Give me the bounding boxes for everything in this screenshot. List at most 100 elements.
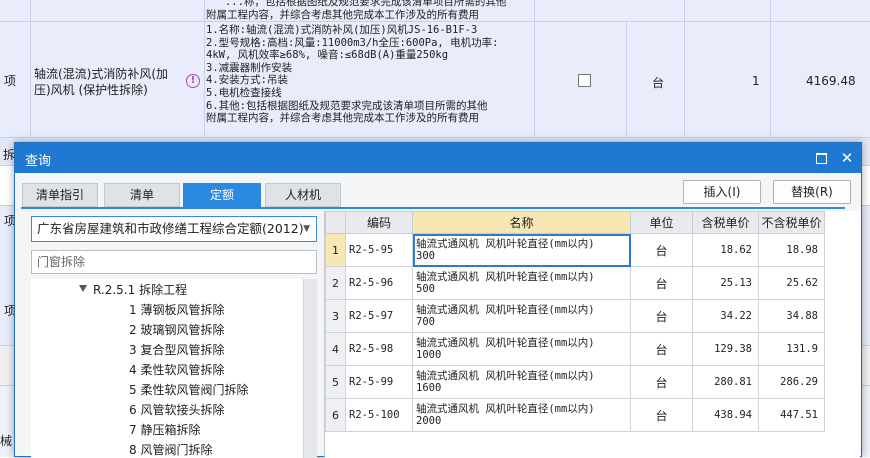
table-row[interactable]: 4 R2-5-98 轴流式通风机 风机叶轮直径(mm以内) 1000 台 129.… <box>325 332 825 366</box>
column-header-notax-price[interactable]: 不含税单价 <box>758 211 825 234</box>
row-unit[interactable]: 台 <box>630 266 693 300</box>
row-index: 3 <box>325 299 346 333</box>
sheet-row-previous: ...称，包括根据图纸及规范要求完成该清单项目所需的其他 附属工程内容，并综合考… <box>0 0 870 22</box>
row-code[interactable]: R2-5-98 <box>345 332 413 366</box>
tree-node[interactable]: 7 静压箱拆除 <box>129 420 200 440</box>
chevron-down-icon: ▼ <box>303 224 310 234</box>
row-tax-price[interactable]: 34.22 <box>692 299 759 333</box>
tree-node[interactable]: 8 风管阀门拆除 <box>129 440 212 458</box>
warning-icon[interactable]: ! <box>186 74 200 88</box>
row-tax-price[interactable]: 129.38 <box>692 332 759 366</box>
row-name-line2: 300 <box>416 250 435 262</box>
quota-table: 编码 名称 单位 含税单价 不含税单价 1 R2-5-95 轴流式通风机 风机叶… <box>325 211 825 432</box>
column-header-tax-price[interactable]: 含税单价 <box>692 211 759 234</box>
row-name-line1: 轴流式通风机 风机叶轮直径(mm以内) <box>416 271 595 283</box>
tree-node[interactable]: 5 柔性软风管阀门拆除 <box>129 380 248 400</box>
tree-node[interactable]: 4 柔性软风管拆除 <box>129 360 224 380</box>
quota-library-select[interactable]: 广东省房屋建筑和市政修缮工程综合定额(2012) ▼ <box>31 216 317 242</box>
quota-tree: R.2.5.1 拆除工程 1 薄钢板风管拆除 2 玻璃钢风管拆除 3 复合型风管… <box>31 279 317 458</box>
tree-scrollbar[interactable] <box>303 279 317 458</box>
quota-library-value: 广东省房屋建筑和市政修缮工程综合定额(2012) <box>37 221 304 236</box>
tab-labor-material-machine[interactable]: 人材机 <box>265 183 341 207</box>
row-unit[interactable]: 台 <box>630 398 693 432</box>
row-notax-price[interactable]: 131.9 <box>758 332 825 366</box>
row-name[interactable]: 轴流式通风机 风机叶轮直径(mm以内) 1000 <box>412 332 631 366</box>
row-name-line2: 1000 <box>416 349 442 361</box>
sheet-row-name: 轴流(混流)式消防补风(加压)风机 (保护性拆除) <box>34 67 169 97</box>
replace-button[interactable]: 替换(R) <box>773 180 851 204</box>
search-input[interactable]: 门窗拆除 <box>31 250 317 274</box>
quota-table-panel: 编码 名称 单位 含税单价 不含税单价 1 R2-5-95 轴流式通风机 风机叶… <box>324 211 860 458</box>
row-index: 6 <box>325 398 346 432</box>
expand-arrow-icon[interactable] <box>79 285 87 292</box>
row-notax-price[interactable]: 25.62 <box>758 266 825 300</box>
tab-list-guide[interactable]: 清单指引 <box>22 183 98 207</box>
row-name-line1: 轴流式通风机 风机叶轮直径(mm以内) <box>416 304 595 316</box>
table-row[interactable]: 5 R2-5-99 轴流式通风机 风机叶轮直径(mm以内) 1600 台 280.… <box>325 365 825 399</box>
tab-quota[interactable]: 定额 <box>183 183 261 207</box>
row-notax-price[interactable]: 286.29 <box>758 365 825 399</box>
tree-node[interactable]: 2 玻璃钢风管拆除 <box>129 320 224 340</box>
tree-node[interactable]: 1 薄钢板风管拆除 <box>129 300 224 320</box>
column-header-name[interactable]: 名称 <box>412 211 631 234</box>
table-row[interactable]: 2 R2-5-96 轴流式通风机 风机叶轮直径(mm以内) 500 台 25.13… <box>325 266 825 300</box>
row-name-line1: 轴流式通风机 风机叶轮直径(mm以内) <box>416 337 595 349</box>
row-name-line2: 500 <box>416 283 435 295</box>
insert-button[interactable]: 插入(I) <box>683 180 761 204</box>
table-header-row: 编码 名称 单位 含税单价 不含税单价 <box>325 211 825 234</box>
row-name-line1: 轴流式通风机 风机叶轮直径(mm以内) <box>416 403 595 415</box>
row-index: 2 <box>325 266 346 300</box>
row-name-line2: 700 <box>416 316 435 328</box>
row-name-line2: 1600 <box>416 382 442 394</box>
row-name-line1: 轴流式通风机 风机叶轮直径(mm以内) <box>416 238 595 250</box>
sheet-side-label: 械 <box>0 434 13 448</box>
row-unit[interactable]: 台 <box>630 233 693 267</box>
maximize-icon[interactable] <box>811 148 831 168</box>
row-code[interactable]: R2-5-99 <box>345 365 413 399</box>
column-header-unit[interactable]: 单位 <box>630 211 693 234</box>
row-notax-price[interactable]: 447.51 <box>758 398 825 432</box>
table-row[interactable]: 1 R2-5-95 轴流式通风机 风机叶轮直径(mm以内) 300 台 18.62… <box>325 233 825 267</box>
row-unit[interactable]: 台 <box>630 299 693 333</box>
tab-list[interactable]: 清单 <box>104 183 180 207</box>
dialog-title: 查询 <box>25 154 52 169</box>
row-index: 5 <box>325 365 346 399</box>
tab-underline <box>21 207 845 209</box>
row-tax-price[interactable]: 438.94 <box>692 398 759 432</box>
row-index: 1 <box>325 233 346 267</box>
row-unit[interactable]: 台 <box>630 365 693 399</box>
row-code[interactable]: R2-5-95 <box>345 233 413 267</box>
row-tax-price[interactable]: 25.13 <box>692 266 759 300</box>
row-name[interactable]: 轴流式通风机 风机叶轮直径(mm以内) 2000 <box>412 398 631 432</box>
row-notax-price[interactable]: 34.88 <box>758 299 825 333</box>
table-row[interactable]: 6 R2-5-100 轴流式通风机 风机叶轮直径(mm以内) 2000 台 438… <box>325 398 825 432</box>
sheet-row-price: 4169.48 <box>806 74 856 88</box>
tree-node[interactable]: 3 复合型风管拆除 <box>129 340 224 360</box>
sheet-row-qty: 1 <box>752 74 760 88</box>
sheet-row-previous-desc: ...称，包括根据图纸及规范要求完成该清单项目所需的其他 附属工程内容，并综合考… <box>206 0 507 21</box>
sheet-row-desc: 1.名称:轴流(混流)式消防补风(加压)风机JS-16-B1F-3 2.型号规格… <box>206 24 499 125</box>
table-row[interactable]: 3 R2-5-97 轴流式通风机 风机叶轮直径(mm以内) 700 台 34.22… <box>325 299 825 333</box>
dialog-titlebar[interactable]: 查询 ✕ <box>15 143 861 173</box>
row-name[interactable]: 轴流式通风机 风机叶轮直径(mm以内) 300 <box>412 233 631 267</box>
row-name-line2: 2000 <box>416 415 442 427</box>
row-notax-price[interactable]: 18.98 <box>758 233 825 267</box>
row-name[interactable]: 轴流式通风机 风机叶轮直径(mm以内) 1600 <box>412 365 631 399</box>
close-icon[interactable]: ✕ <box>837 148 857 168</box>
sheet-row-checkbox[interactable] <box>578 74 591 87</box>
sheet-row-unit: 台 <box>652 76 665 90</box>
row-code[interactable]: R2-5-100 <box>345 398 413 432</box>
row-index: 4 <box>325 332 346 366</box>
row-name[interactable]: 轴流式通风机 风机叶轮直径(mm以内) 700 <box>412 299 631 333</box>
tree-node-parent[interactable]: R.2.5.1 拆除工程 <box>93 280 187 300</box>
row-code[interactable]: R2-5-97 <box>345 299 413 333</box>
row-tax-price[interactable]: 280.81 <box>692 365 759 399</box>
row-name-line1: 轴流式通风机 风机叶轮直径(mm以内) <box>416 370 595 382</box>
row-tax-price[interactable]: 18.62 <box>692 233 759 267</box>
tree-node[interactable]: 6 风管软接头拆除 <box>129 400 224 420</box>
column-header-index <box>325 211 346 234</box>
row-unit[interactable]: 台 <box>630 332 693 366</box>
column-header-code[interactable]: 编码 <box>345 211 413 234</box>
row-code[interactable]: R2-5-96 <box>345 266 413 300</box>
row-name[interactable]: 轴流式通风机 风机叶轮直径(mm以内) 500 <box>412 266 631 300</box>
